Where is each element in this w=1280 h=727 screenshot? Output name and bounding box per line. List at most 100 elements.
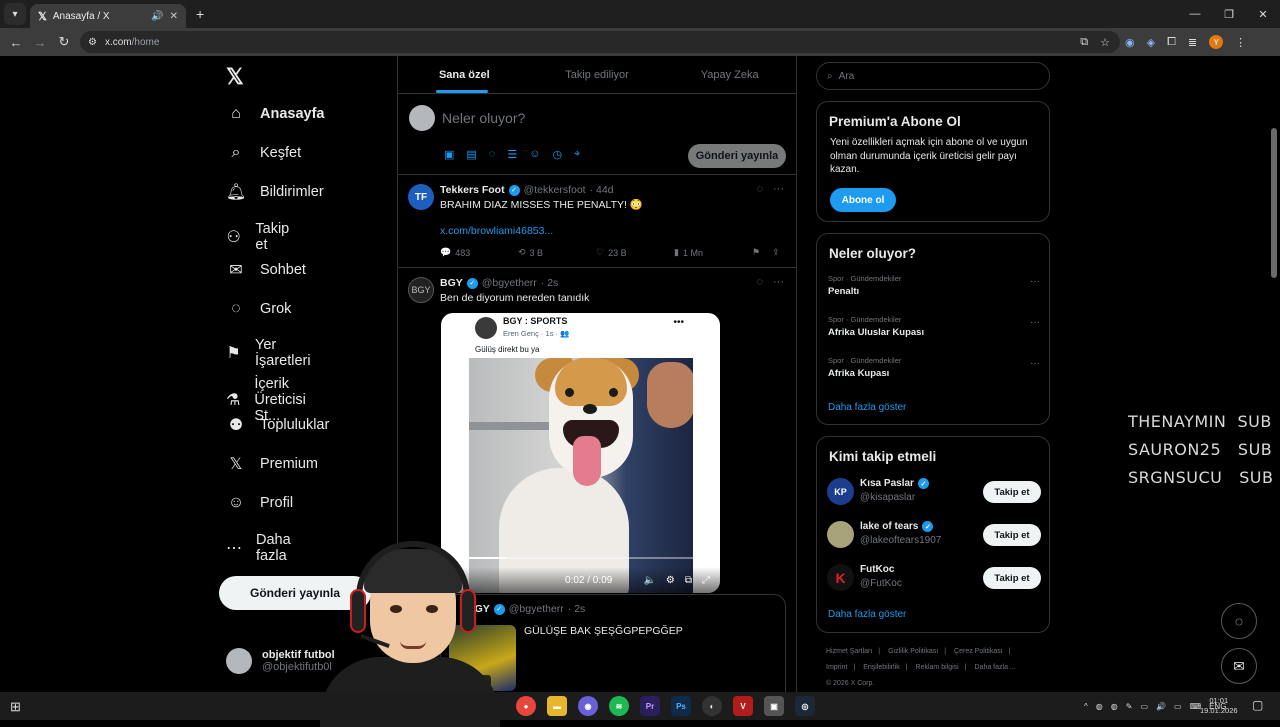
nav-item-2[interactable]: 🔔︎ Bildirimler — [226, 182, 324, 202]
nav-item-5[interactable]: ◌ Grok — [226, 299, 291, 319]
search-input[interactable]: ⌕ Ara — [816, 62, 1050, 90]
trend-item[interactable]: Spor · Gündemdekiler Afrika Kupası ··· — [828, 356, 1040, 379]
like-button[interactable]: ♡ 23 B — [596, 247, 674, 258]
pip-icon[interactable]: ⧉ — [685, 575, 692, 586]
nav-item-8[interactable]: ⚉ Topluluklar — [226, 415, 330, 435]
avatar[interactable]: BGY — [408, 277, 434, 303]
poll-icon[interactable]: ☰ — [507, 148, 517, 161]
tab-yapay-zeka[interactable]: Yapay Zeka — [663, 56, 796, 93]
explorer-icon[interactable]: ▬ — [547, 696, 567, 716]
nav-item-3[interactable]: ⚇ Takip et — [226, 221, 294, 253]
grok-floating-button[interactable]: ◌ — [1221, 603, 1257, 639]
reply-button[interactable]: 💬 483 — [440, 247, 518, 258]
nav-item-0[interactable]: ⌂ Anasayfa — [226, 104, 324, 124]
compose-input[interactable]: Neler oluyor? — [442, 110, 525, 126]
tweet-handle[interactable]: @bgyetherr — [482, 277, 537, 289]
trends-show-more[interactable]: Daha fazla göster — [828, 402, 906, 413]
trend-item[interactable]: Spor · Gündemdekiler Penaltı ··· — [828, 274, 1040, 297]
location-icon[interactable]: ⌖ — [574, 148, 580, 161]
network-icon[interactable]: ▭ — [1174, 702, 1182, 711]
nav-item-9[interactable]: 𝕏 Premium — [226, 454, 318, 474]
share-icon[interactable]: ⇪ — [772, 247, 780, 258]
tweet-author[interactable]: Tekkers Foot — [440, 184, 505, 196]
tweet-link[interactable]: x.com/browliami46853... — [440, 225, 553, 237]
footer-link[interactable]: Reklam bilgisi — [916, 664, 959, 671]
account-switcher[interactable]: objektif futbol @objektifutb0l — [226, 648, 335, 674]
extension-shield-icon[interactable]: ◈ — [1147, 36, 1155, 49]
spotify-icon[interactable]: ≋ — [609, 696, 629, 716]
more-icon[interactable]: ··· — [773, 183, 784, 195]
trend-item[interactable]: Spor · Gündemdekiler Afrika Uluslar Kupa… — [828, 315, 1040, 338]
puzzle-icon[interactable]: ⧠ — [1167, 36, 1176, 49]
grok-icon[interactable]: ◌ — [489, 148, 496, 161]
more-icon[interactable]: ··· — [1030, 276, 1040, 287]
views-button[interactable]: ▮ 1 Mn — [674, 247, 752, 258]
app-icon[interactable]: ▣ — [764, 696, 784, 716]
valorant-icon[interactable]: V — [733, 696, 753, 716]
tweet[interactable]: TF Tekkers Foot ✓ @tekkersfoot · 44d ◌ ·… — [398, 175, 796, 268]
browser-tab[interactable]: 𝕏 Anasayfa / X 🔊 ✕ — [30, 4, 186, 28]
volume-icon[interactable]: 🔊 — [1156, 702, 1166, 711]
chevron-up-icon[interactable]: ^ — [1084, 702, 1088, 711]
tweet-author[interactable]: BGY — [440, 277, 463, 289]
more-icon[interactable]: ··· — [1030, 358, 1040, 369]
x-logo-icon[interactable]: 𝕏 — [226, 64, 244, 90]
footer-link[interactable]: Çerez Politikası — [954, 648, 1003, 655]
subscribe-button[interactable]: Abone ol — [830, 188, 896, 212]
follow-button[interactable]: Takip et — [983, 481, 1041, 503]
footer-link[interactable]: Imprint — [826, 664, 847, 671]
maximize-button[interactable]: ❐ — [1212, 0, 1246, 28]
schedule-icon[interactable]: ◷ — [552, 148, 562, 161]
new-tab-button[interactable]: + — [196, 6, 204, 22]
kebab-menu-icon[interactable]: ⋮ — [1235, 36, 1246, 49]
messages-floating-button[interactable]: ✉ — [1221, 648, 1257, 684]
image-icon[interactable]: ▣ — [444, 148, 454, 161]
tray-app-icon[interactable]: ✎ — [1126, 702, 1133, 711]
gif-icon[interactable]: ▤ — [466, 148, 476, 161]
site-info-icon[interactable]: ⚙ — [88, 37, 97, 48]
minimize-button[interactable]: — — [1178, 0, 1212, 28]
tab-takip-ediliyor[interactable]: Takip ediliyor — [531, 56, 664, 93]
notification-icon[interactable]: ▢ — [1252, 698, 1263, 712]
premiere-icon[interactable]: Pr — [640, 696, 660, 716]
url-input[interactable]: ⚙ x.com/home ⧉ ☆ — [80, 31, 1120, 53]
who-show-more[interactable]: Daha fazla göster — [828, 609, 906, 620]
follow-button[interactable]: Takip et — [983, 567, 1041, 589]
steam-icon[interactable]: ◎ — [795, 696, 815, 716]
speaker-icon[interactable]: 🔊 — [151, 11, 163, 22]
extension-wave-icon[interactable]: ◉ — [1125, 36, 1135, 49]
bookmark-star-icon[interactable]: ☆ — [1100, 36, 1110, 49]
page-scrollbar[interactable] — [1270, 116, 1278, 692]
nav-item-6[interactable]: ⚑ Yer İşaretleri — [226, 337, 316, 369]
avatar[interactable]: TF — [408, 184, 434, 210]
reload-button[interactable]: ↻ — [52, 34, 76, 50]
tweet-time[interactable]: · 44d — [590, 184, 614, 196]
back-button[interactable]: ← — [4, 35, 28, 50]
more-icon[interactable]: ··· — [773, 276, 784, 288]
bookmark-icon[interactable]: ⚑ — [752, 247, 772, 258]
clock[interactable]: 01:01 19.01.2026 — [1200, 696, 1238, 716]
forward-button[interactable]: → — [28, 35, 52, 50]
footer-link[interactable]: Daha fazla ... — [975, 664, 1016, 671]
footer-link[interactable]: Gizlilik Politikası — [888, 648, 938, 655]
emoji-icon[interactable]: ☺ — [529, 148, 540, 161]
tray-app-icon[interactable]: ◍ — [1096, 702, 1103, 711]
tweet-time[interactable]: · 2s — [541, 277, 559, 289]
fullscreen-icon[interactable]: ⤢ — [702, 575, 710, 586]
tweet-handle[interactable]: @tekkersfoot — [524, 184, 586, 196]
nav-item-11[interactable]: ⋯ Daha fazla — [226, 532, 295, 564]
nav-item-4[interactable]: ✉ Sohbet — [226, 260, 306, 280]
compose-post-button[interactable]: Gönderi yayınla — [688, 144, 786, 168]
more-icon[interactable]: ··· — [1030, 317, 1040, 328]
close-window-button[interactable]: ✕ — [1246, 0, 1280, 28]
obs-icon[interactable]: ◐ — [702, 696, 722, 716]
chrome-icon[interactable]: ● — [516, 696, 536, 716]
tray-app-icon[interactable]: ◍ — [1111, 702, 1118, 711]
tab-search-button[interactable]: ▾ — [4, 3, 26, 25]
reading-list-icon[interactable]: ≣ — [1188, 36, 1197, 49]
discord-icon[interactable]: ◉ — [578, 696, 598, 716]
settings-icon[interactable]: ⚙ — [666, 575, 675, 586]
follow-button[interactable]: Takip et — [983, 524, 1041, 546]
volume-icon[interactable]: 🔈 — [643, 575, 655, 586]
windows-start-icon[interactable]: ⊞ — [10, 699, 21, 715]
